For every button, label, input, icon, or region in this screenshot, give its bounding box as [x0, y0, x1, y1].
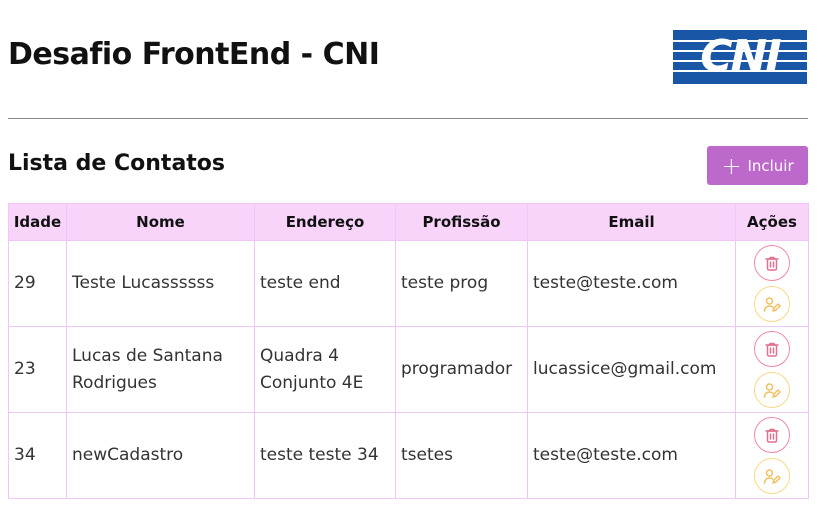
cell-actions — [735, 240, 809, 327]
cell-actions — [735, 412, 809, 499]
edit-button[interactable] — [754, 372, 790, 408]
cell-idade: 34 — [8, 412, 67, 499]
cell-nome: newCadastro — [66, 412, 255, 499]
contacts-table: Idade Nome Endereço Profissão Email Açõe… — [8, 203, 809, 499]
cell-actions — [735, 326, 809, 413]
delete-button[interactable] — [754, 245, 790, 281]
column-header-nome: Nome — [66, 203, 255, 241]
table-header-row: Idade Nome Endereço Profissão Email Açõe… — [8, 203, 809, 241]
cell-email: teste@teste.com — [527, 240, 736, 327]
delete-button[interactable] — [754, 417, 790, 453]
cell-endereco: teste teste 34 — [254, 412, 396, 499]
cell-profissao: tsetes — [395, 412, 528, 499]
cell-endereco: teste end — [254, 240, 396, 327]
section-title: Lista de Contatos — [8, 151, 226, 176]
header-divider — [8, 118, 808, 119]
logo-text: CNI — [700, 31, 782, 82]
cell-idade: 23 — [8, 326, 67, 413]
column-header-email: Email — [527, 203, 736, 241]
cell-profissao: programador — [395, 326, 528, 413]
column-header-idade: Idade — [8, 203, 67, 241]
table-row: 29 Teste Lucassssss teste end teste prog… — [8, 240, 809, 327]
cell-email: teste@teste.com — [527, 412, 736, 499]
column-header-acoes: Ações — [735, 203, 809, 241]
delete-button[interactable] — [754, 331, 790, 367]
cell-profissao: teste prog — [395, 240, 528, 327]
table-row: 34 newCadastro teste teste 34 tsetes tes… — [8, 412, 809, 499]
cell-endereco: Quadra 4 Conjunto 4E — [254, 326, 396, 413]
table-row: 23 Lucas de Santana Rodrigues Quadra 4 C… — [8, 326, 809, 413]
column-header-profissao: Profissão — [395, 203, 528, 241]
user-edit-icon — [763, 468, 781, 484]
cni-logo: CNI — [673, 30, 807, 84]
add-contact-button[interactable]: + Incluir — [707, 146, 808, 185]
cell-nome: Teste Lucassssss — [66, 240, 255, 327]
cell-idade: 29 — [8, 240, 67, 327]
column-header-endereco: Endereço — [254, 203, 396, 241]
page-title: Desafio FrontEnd - CNI — [8, 37, 380, 72]
user-edit-icon — [763, 382, 781, 398]
trash-icon — [765, 342, 779, 357]
trash-icon — [765, 256, 779, 271]
edit-button[interactable] — [754, 286, 790, 322]
edit-button[interactable] — [754, 458, 790, 494]
trash-icon — [765, 428, 779, 443]
cell-nome: Lucas de Santana Rodrigues — [66, 326, 255, 413]
user-edit-icon — [763, 296, 781, 312]
add-button-label: Incluir — [747, 156, 794, 175]
plus-icon: + — [721, 151, 742, 180]
cell-email: lucassice@gmail.com — [527, 326, 736, 413]
